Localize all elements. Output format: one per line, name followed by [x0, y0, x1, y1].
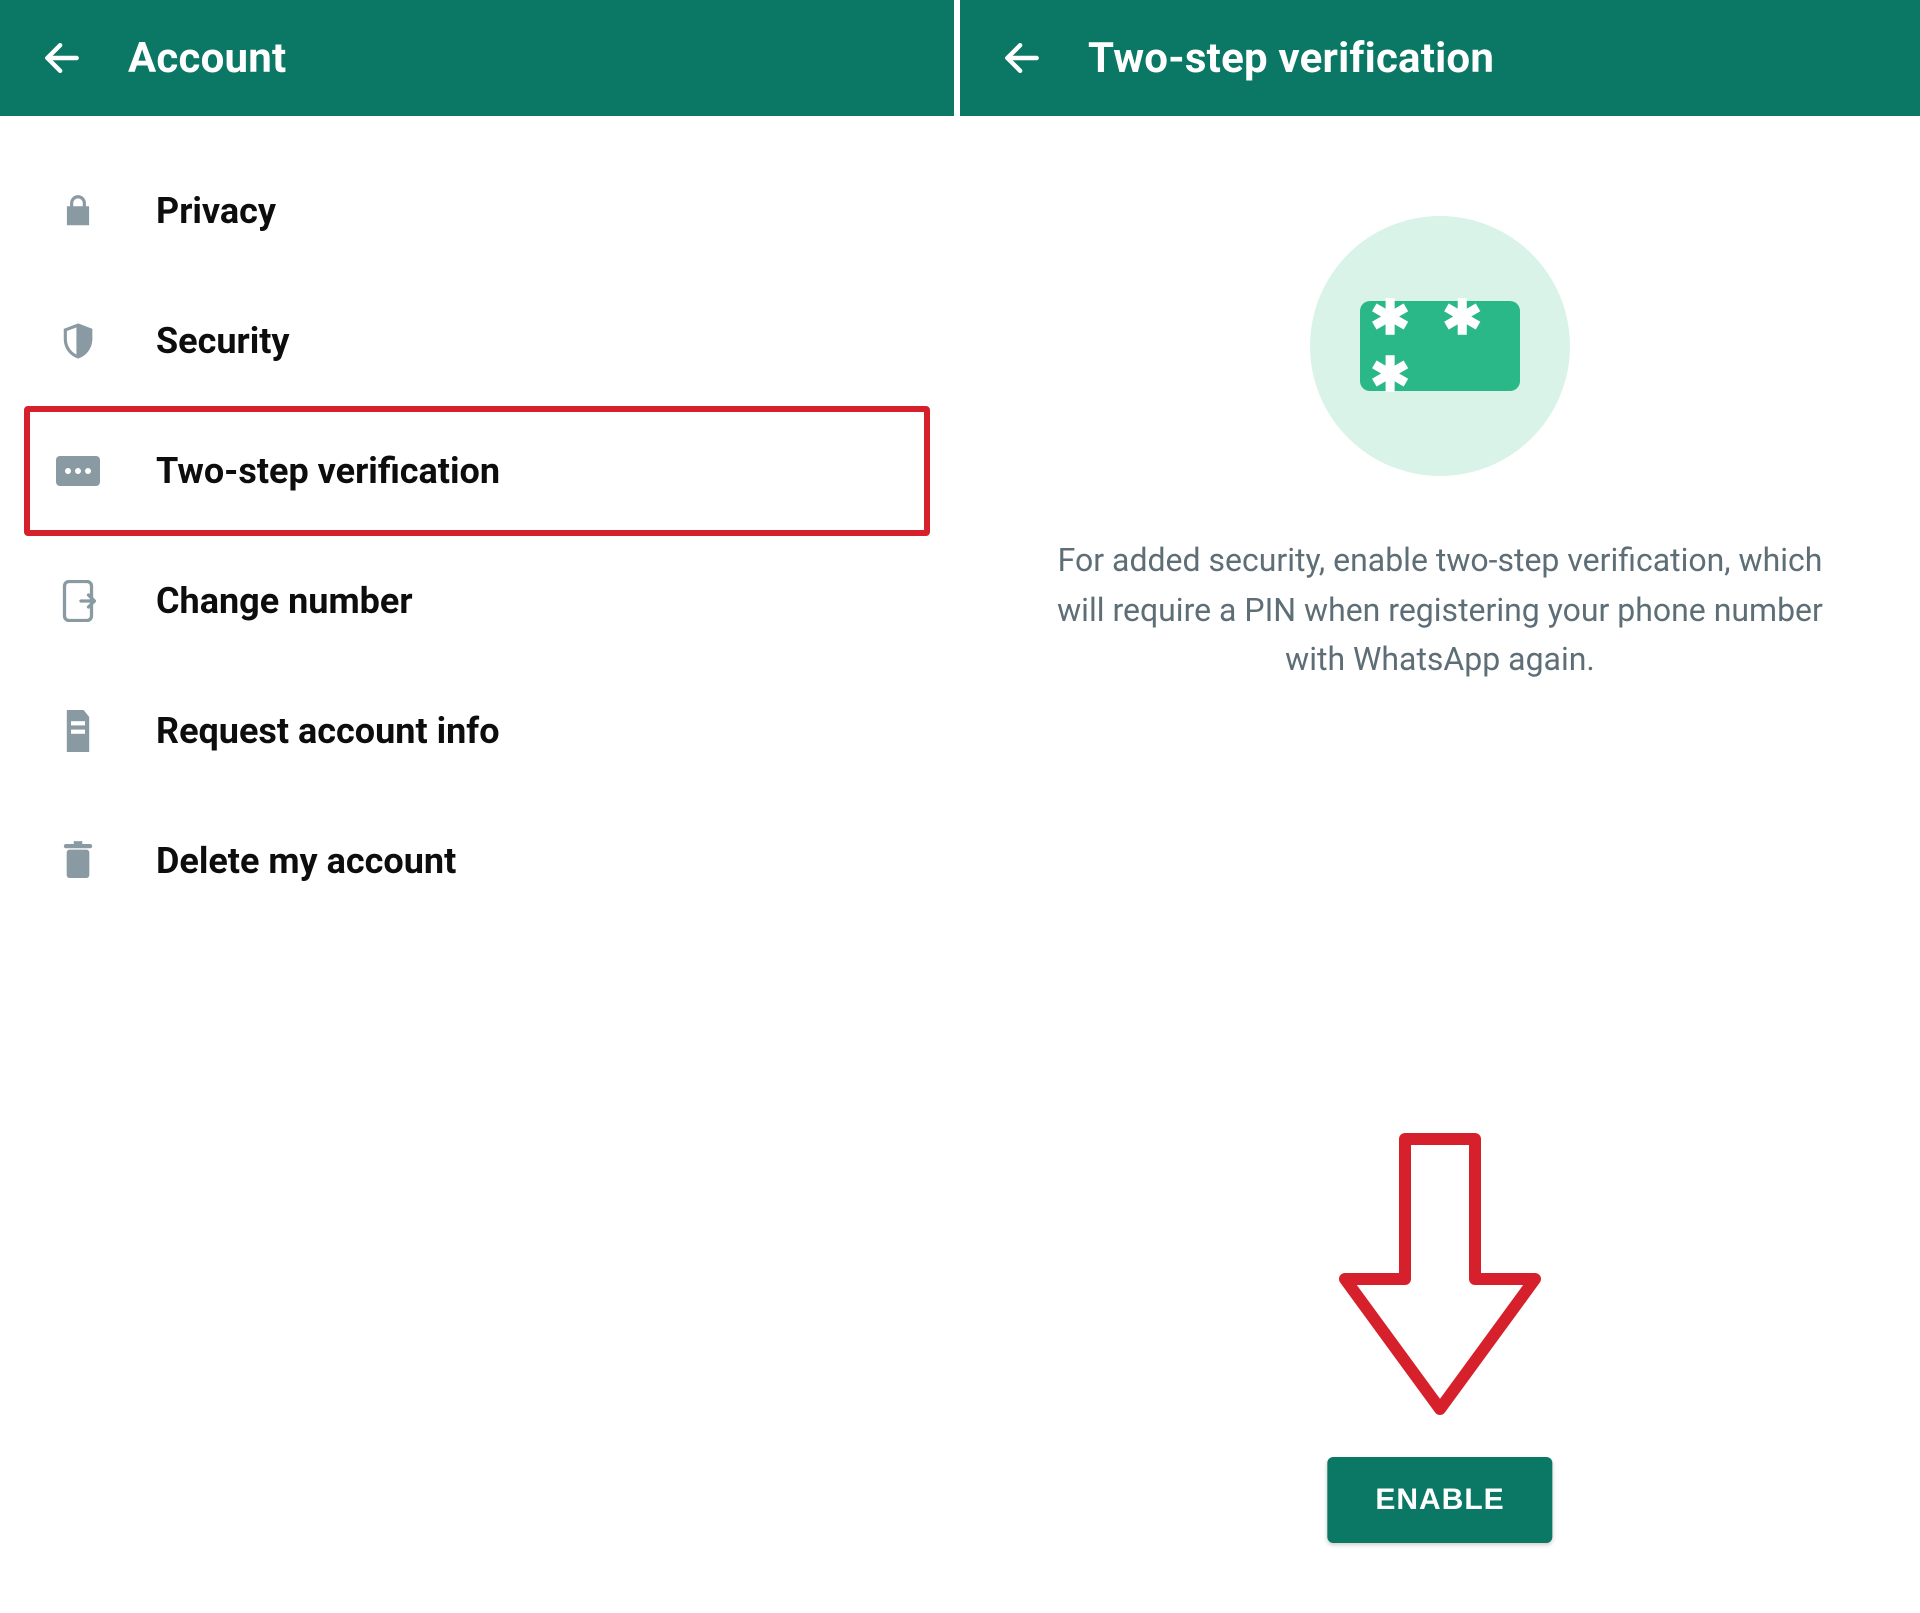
back-button[interactable] [994, 30, 1050, 86]
pin-illustration: ✱ ✱ ✱ [1310, 216, 1570, 476]
trash-icon [52, 841, 104, 881]
document-icon [52, 710, 104, 752]
two-step-description: For added security, enable two-step veri… [1040, 536, 1840, 685]
sim-icon [52, 580, 104, 622]
two-step-title: Two-step verification [1088, 34, 1494, 83]
menu-item-label: Delete my account [156, 840, 456, 882]
menu-item-change-number[interactable]: Change number [24, 536, 930, 666]
arrow-left-icon [1000, 36, 1044, 80]
menu-item-label: Change number [156, 580, 413, 622]
lock-icon [52, 192, 104, 230]
menu-item-two-step-verification[interactable]: Two-step verification [24, 406, 930, 536]
menu-item-privacy[interactable]: Privacy [24, 146, 930, 276]
menu-item-label: Two-step verification [156, 450, 500, 492]
account-settings-panel: Account Privacy Security Two-step verifi [0, 0, 960, 1613]
enable-button-label: ENABLE [1375, 1483, 1504, 1516]
menu-item-request-account-info[interactable]: Request account info [24, 666, 930, 796]
menu-item-label: Request account info [156, 710, 500, 752]
enable-button[interactable]: ENABLE [1327, 1457, 1552, 1543]
menu-item-label: Security [156, 320, 290, 362]
two-step-verification-panel: Two-step verification ✱ ✱ ✱ For added se… [960, 0, 1920, 1613]
annotation-arrow-down-icon [1330, 1129, 1550, 1423]
account-title: Account [128, 34, 286, 83]
account-header: Account [0, 0, 954, 116]
two-step-content: ✱ ✱ ✱ For added security, enable two-ste… [960, 116, 1920, 1613]
two-step-header: Two-step verification [960, 0, 1920, 116]
pin-badge-text: ✱ ✱ ✱ [1370, 289, 1520, 403]
arrow-left-icon [40, 36, 84, 80]
menu-item-label: Privacy [156, 190, 276, 232]
shield-icon [52, 322, 104, 360]
menu-item-delete-account[interactable]: Delete my account [24, 796, 930, 926]
pin-badge: ✱ ✱ ✱ [1360, 301, 1520, 391]
pin-icon [52, 456, 104, 486]
back-button[interactable] [34, 30, 90, 86]
account-menu: Privacy Security Two-step verification C… [0, 116, 954, 956]
menu-item-security[interactable]: Security [24, 276, 930, 406]
